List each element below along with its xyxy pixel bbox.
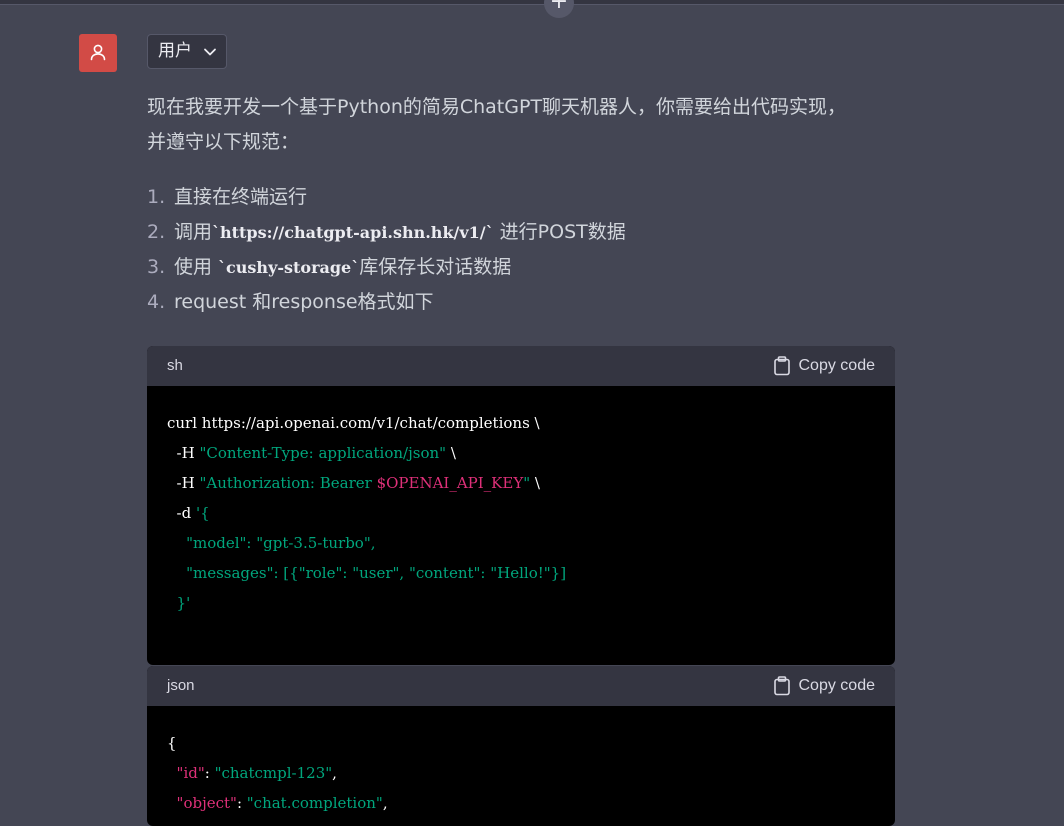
code-token: "object" <box>176 794 237 812</box>
code-token: : <box>204 764 215 782</box>
chevron-down-icon <box>204 48 216 56</box>
list-item: 2. 调用`https://chatgpt-api.shn.hk/v1/` 进行P… <box>147 215 887 250</box>
copy-code-button[interactable]: Copy code <box>773 666 876 706</box>
code-token: { <box>167 734 177 752</box>
copy-code-button[interactable]: Copy code <box>773 346 876 386</box>
copy-code-label: Copy code <box>798 677 876 694</box>
code-token: , <box>332 764 337 782</box>
code-token: "Content-Type: application/json" <box>199 444 447 462</box>
code-token: $OPENAI_API_KEY <box>376 474 524 492</box>
user-avatar <box>79 34 117 72</box>
code-line: "model": "gpt-3.5-turbo", <box>167 528 875 558</box>
clipboard-icon <box>773 356 790 376</box>
role-label: 用户 <box>158 41 192 61</box>
code-token: "model": "gpt-3.5-turbo", <box>167 534 376 552</box>
code-token: "chatcmpl-123" <box>214 764 333 782</box>
list-text: 库保存长对话数据 <box>359 256 512 278</box>
list-text: request 和response格式如下 <box>174 291 434 313</box>
code-content: { "id": "chatcmpl-123", "object": "chat.… <box>147 706 895 818</box>
list-item: 1. 直接在终端运行 <box>147 180 887 215</box>
code-token: "Authorization: Bearer <box>199 474 377 492</box>
code-language-label: sh <box>167 357 183 374</box>
code-token: , <box>382 794 388 812</box>
message-intro-line: 现在我要开发一个基于Python的简易ChatGPT聊天机器人，你需要给出代码实… <box>147 96 847 118</box>
list-text: 使用 <box>174 256 219 278</box>
code-line: -d '{ <box>167 498 875 528</box>
code-token: }' <box>167 594 191 612</box>
code-line: -H "Content-Type: application/json" \ <box>167 438 875 468</box>
role-selector[interactable]: 用户 <box>147 34 227 69</box>
code-token: curl https://api.openai.com/v1/chat/comp… <box>167 414 540 432</box>
code-block-header: sh Copy code <box>147 346 895 386</box>
code-content: curl https://api.openai.com/v1/chat/comp… <box>147 386 895 618</box>
list-number: 2. <box>147 221 166 243</box>
code-token: : <box>236 794 247 812</box>
top-divider <box>0 0 1064 5</box>
list-number: 3. <box>147 256 166 278</box>
copy-code-label: Copy code <box>798 357 876 374</box>
code-token: "chat.completion" <box>246 794 383 812</box>
code-token: -d <box>167 504 196 522</box>
add-icon[interactable]: + <box>544 0 574 18</box>
code-token: -H <box>167 474 200 492</box>
code-language-label: json <box>167 677 195 694</box>
code-block-sh: sh Copy code curl https://api.openai.com… <box>147 346 895 665</box>
user-message: 现在我要开发一个基于Python的简易ChatGPT聊天机器人，你需要给出代码实… <box>147 90 887 320</box>
code-block-header: json Copy code <box>147 666 895 706</box>
code-token: \ <box>446 444 456 462</box>
list-item: 3. 使用 `cushy-storage`库保存长对话数据 <box>147 250 887 285</box>
code-line: -H "Authorization: Bearer $OPENAI_API_KE… <box>167 468 875 498</box>
code-line: "messages": [{"role": "user", "content":… <box>167 558 875 588</box>
code-line: { <box>167 728 875 758</box>
user-icon <box>90 44 106 61</box>
inline-code: `cushy-storage` <box>218 258 360 277</box>
code-token: -H <box>167 444 200 462</box>
code-line: "object": "chat.completion", <box>167 788 875 818</box>
code-token: \ <box>530 474 540 492</box>
list-number: 1. <box>147 186 166 208</box>
code-token: "id" <box>176 764 205 782</box>
code-token: '{ <box>195 504 210 522</box>
clipboard-icon <box>773 676 790 696</box>
code-line: curl https://api.openai.com/v1/chat/comp… <box>167 408 875 438</box>
requirements-list: 1. 直接在终端运行 2. 调用`https://chatgpt-api.shn.h… <box>147 180 887 320</box>
list-item: 4. request 和response格式如下 <box>147 285 887 320</box>
message-intro-line: 并遵守以下规范： <box>147 131 300 153</box>
code-token: "messages": [{"role": "user", "content":… <box>167 564 567 582</box>
code-line: }' <box>167 588 875 618</box>
list-number: 4. <box>147 291 166 313</box>
code-block-json: json Copy code { "id": "chatcmpl-123", "… <box>147 666 895 826</box>
list-text: 进行POST数据 <box>493 221 626 243</box>
inline-code: `https://chatgpt-api.shn.hk/v1/` <box>212 223 494 242</box>
list-text: 直接在终端运行 <box>174 186 308 208</box>
code-line: "id": "chatcmpl-123", <box>167 758 875 788</box>
list-text: 调用 <box>174 221 213 243</box>
